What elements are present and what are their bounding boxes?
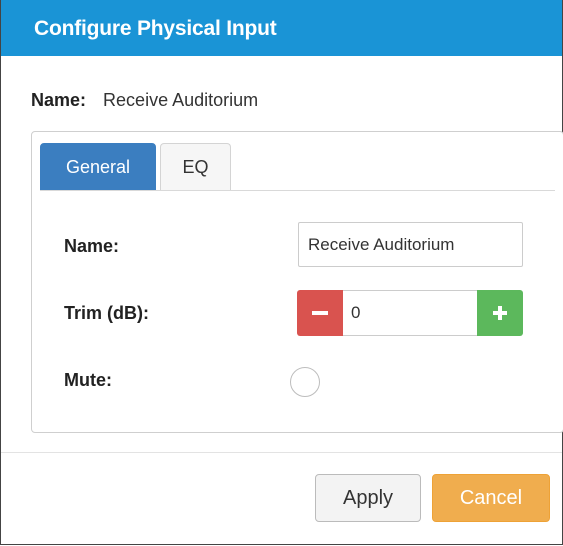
dialog-header: Configure Physical Input <box>1 0 562 56</box>
tab-eq[interactable]: EQ <box>160 143 231 190</box>
settings-panel: General EQ Name: Trim (dB): Mute: <box>31 131 563 433</box>
name-field[interactable] <box>298 222 523 267</box>
apply-button[interactable]: Apply <box>315 474 421 522</box>
dialog-title: Configure Physical Input <box>34 17 277 40</box>
configure-physical-input-dialog: Configure Physical Input Name: Receive A… <box>0 0 563 545</box>
mute-toggle[interactable] <box>290 367 320 397</box>
tabs-divider <box>40 190 555 191</box>
trim-input[interactable] <box>343 290 477 336</box>
name-field-label: Name: <box>64 236 120 256</box>
trim-field-label: Trim (dB): <box>64 303 149 323</box>
name-summary-value: Receive Auditorium <box>103 90 259 110</box>
mute-field-label: Mute: <box>64 370 112 390</box>
footer-divider <box>1 452 562 453</box>
tab-general[interactable]: General <box>40 143 156 190</box>
cancel-button[interactable]: Cancel <box>432 474 550 522</box>
trim-increment-button[interactable] <box>477 290 523 336</box>
plus-icon-vertical <box>498 306 502 320</box>
input-name-summary: Name: Receive Auditorium <box>31 90 258 111</box>
trim-decrement-button[interactable] <box>297 290 343 336</box>
minus-icon <box>312 311 328 315</box>
name-summary-label: Name: <box>31 90 87 110</box>
